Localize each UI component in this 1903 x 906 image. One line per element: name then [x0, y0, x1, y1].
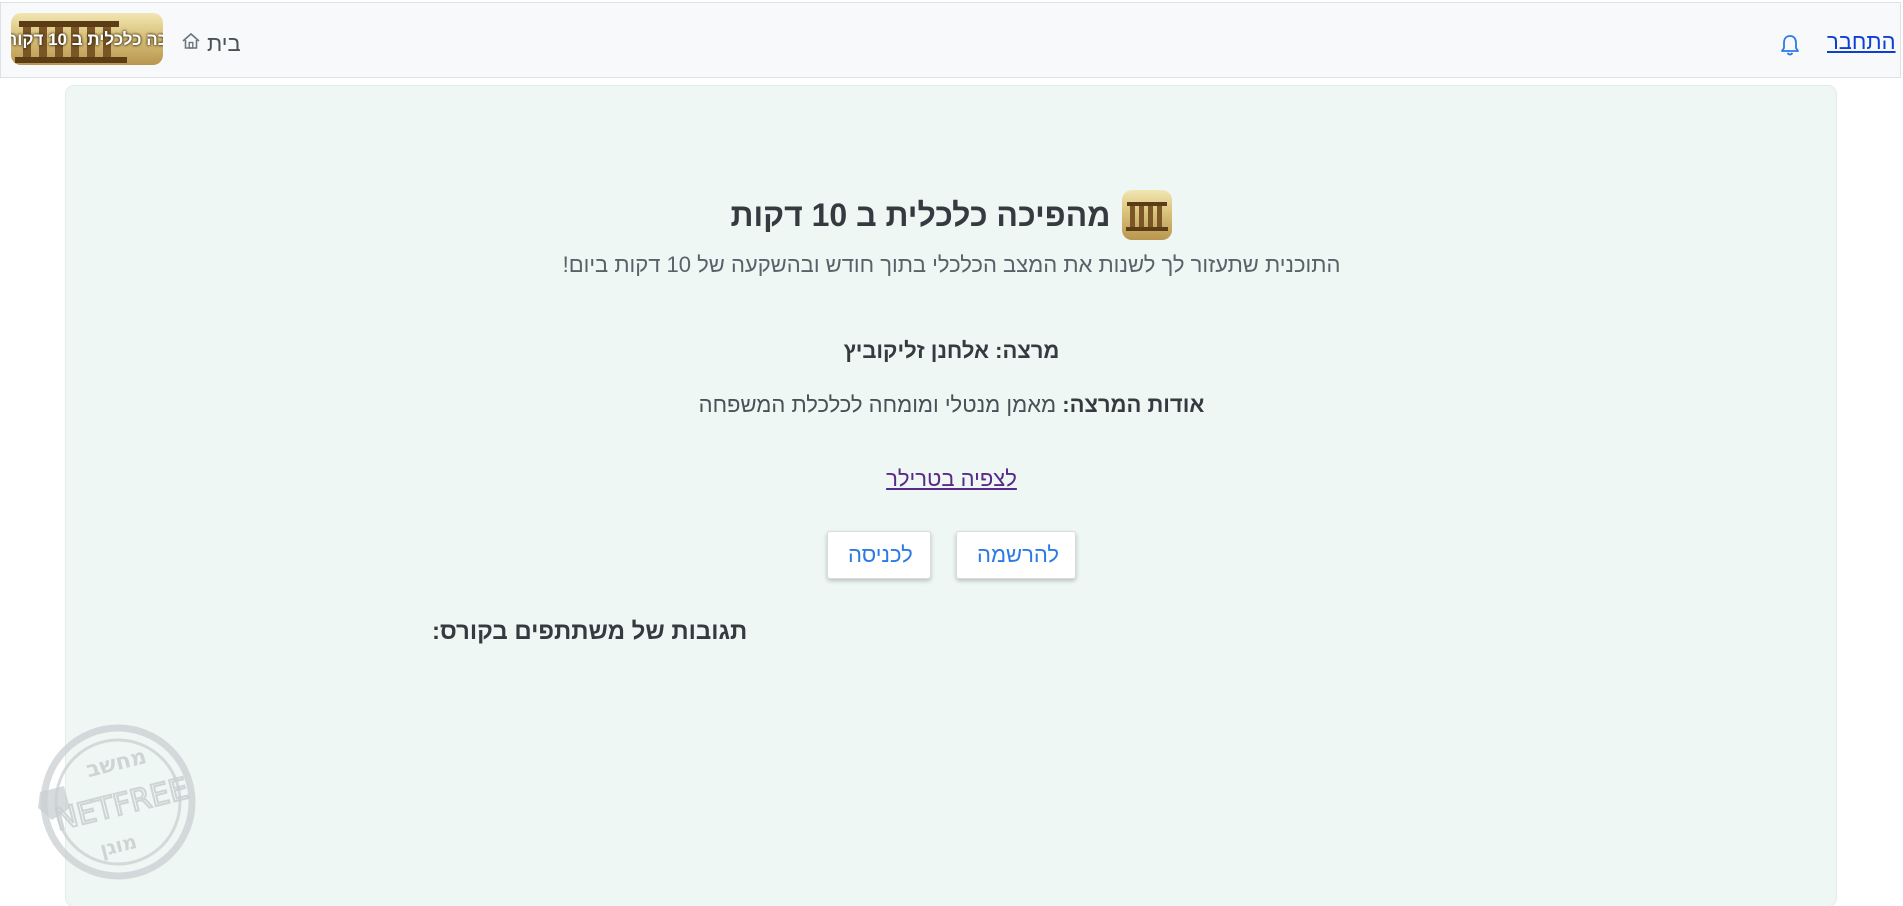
bell-icon[interactable] — [1779, 33, 1801, 57]
trailer-row: לצפיה בטרילר — [0, 466, 1903, 492]
presenter-line: מרצה: אלחנן זליקוביץ — [0, 338, 1903, 364]
home-link[interactable]: בית — [181, 29, 241, 59]
about-text: מאמן מנטלי ומומחה לכלכלת המשפחה — [698, 392, 1057, 417]
register-button[interactable]: להרשמה — [956, 531, 1076, 579]
course-title: מהפיכה כלכלית ב 10 דקות — [730, 196, 1111, 233]
trailer-link[interactable]: לצפיה בטרילר — [886, 466, 1017, 491]
watermark-top-text: מחשב — [84, 744, 149, 783]
course-thumbnail — [1122, 190, 1173, 240]
home-icon — [181, 31, 201, 57]
about-presenter-line: אודות המרצה: מאמן מנטלי ומומחה לכלכלת המ… — [0, 392, 1903, 418]
responses-heading: תגובות של משתתפים בקורס: — [432, 618, 748, 645]
netfree-watermark: מחשב NETFREE מוגן — [30, 724, 208, 884]
watermark-middle-text: NETFREE — [52, 771, 192, 838]
presenter-name: אלחנן זליקוביץ — [843, 338, 990, 363]
enter-button[interactable]: לכניסה — [827, 531, 931, 579]
course-title-row: מהפיכה כלכלית ב 10 דקות — [0, 190, 1903, 240]
top-navbar: מהפיכה כלכלית ב 10 דקות בית התחבר — [0, 2, 1901, 78]
presenter-label: מרצה: — [995, 338, 1060, 363]
watermark-bottom-text: מוגן — [97, 829, 139, 861]
action-buttons: לכניסה להרשמה — [0, 531, 1903, 579]
logo-text: מהפיכה כלכלית ב 10 דקות — [11, 30, 163, 49]
about-label: אודות המרצה: — [1062, 392, 1205, 417]
site-logo[interactable]: מהפיכה כלכלית ב 10 דקות — [11, 13, 163, 65]
home-label: בית — [207, 31, 241, 56]
login-link[interactable]: התחבר — [1827, 29, 1896, 55]
course-subtitle: התוכנית שתעזור לך לשנות את המצב הכלכלי ב… — [562, 252, 1341, 277]
